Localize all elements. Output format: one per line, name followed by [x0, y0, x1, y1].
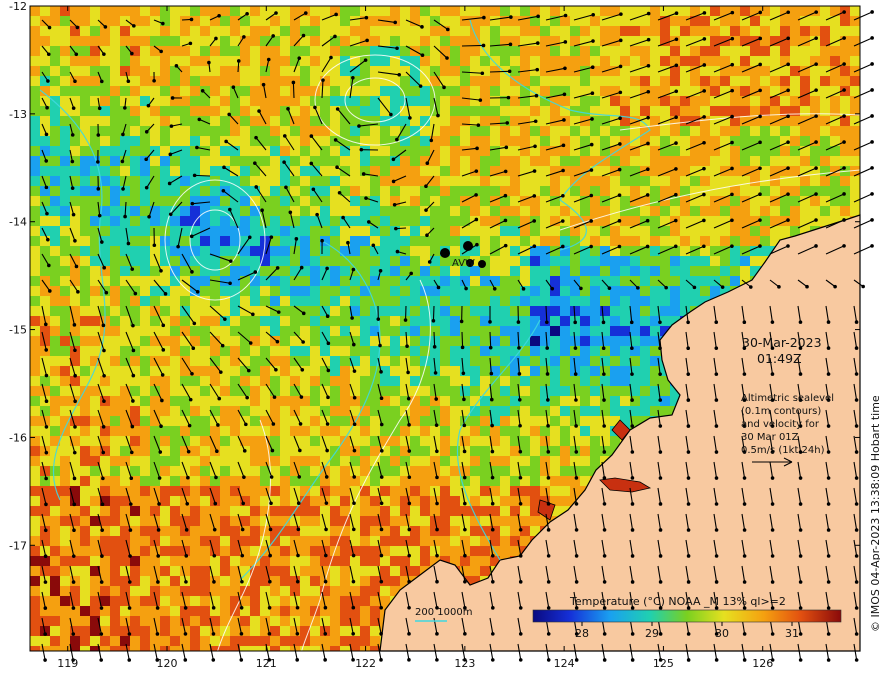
lon-tick-label: 120 [157, 657, 178, 670]
depth-label: 200 1000m [415, 607, 472, 618]
lon-tick-label: 126 [752, 657, 773, 670]
altimetry-line: 0.5m/s (1kt 24h) [741, 445, 825, 456]
altimetry-line: (0.1m contours) [741, 406, 821, 417]
lat-tick-label: -14 [9, 216, 27, 229]
colorbar-tick-label: 31 [785, 627, 799, 640]
date-label: 30-Mar-2023 [742, 335, 822, 350]
lon-tick-label: 125 [653, 657, 674, 670]
colorbar-tick-label: 29 [645, 627, 659, 640]
lon-tick-label: 124 [554, 657, 575, 670]
time-label: 01:49Z [757, 351, 802, 366]
lat-tick-label: -13 [9, 108, 27, 121]
station-label: AVW [452, 258, 475, 269]
altimetry-line: and velocity for [741, 419, 820, 430]
lat-tick-label: -15 [9, 324, 27, 337]
lon-tick-label: 122 [355, 657, 376, 670]
lon-tick-label: 123 [454, 657, 475, 670]
lat-tick-label: -17 [9, 539, 27, 552]
sst-map: AVW 119 120 121 122 123 124 125 126 -12 -13 -14 -15… [9, 0, 880, 670]
lat-tick-label: -12 [9, 0, 27, 13]
altimetry-line: Altimetric sealevel [741, 393, 834, 404]
lon-tick-label: 119 [57, 657, 78, 670]
altimetry-line: 30 Mar 01Z [741, 432, 799, 443]
lat-tick-label: -16 [9, 431, 27, 444]
colorbar-tick-label: 28 [575, 627, 589, 640]
colorbar-title: Temperature (°C) NOAA _M 13% ql>=2 [569, 595, 786, 608]
side-credit: © IMOS 04-Apr-2023 13:38:09 Hobart time [869, 395, 880, 632]
colorbar-tick-label: 30 [715, 627, 729, 640]
lon-tick-label: 121 [256, 657, 277, 670]
